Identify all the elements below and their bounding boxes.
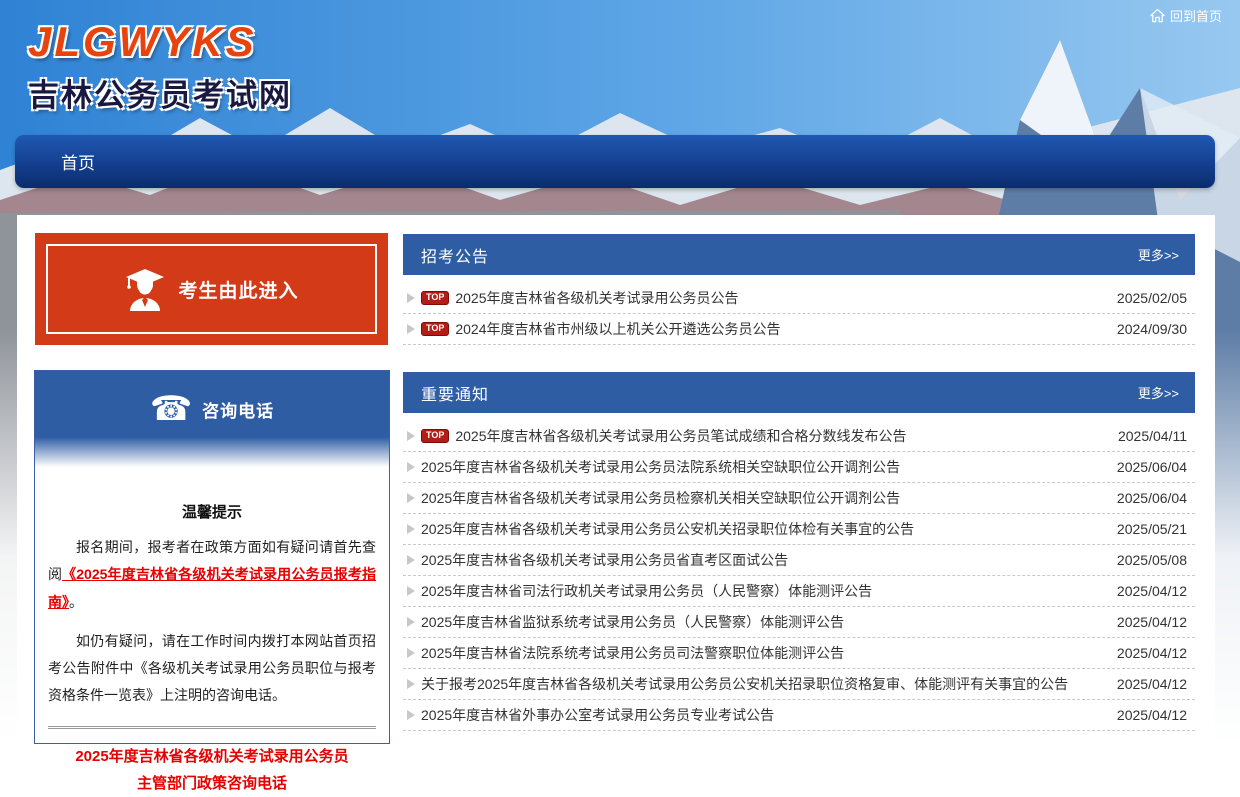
exam-guide-link[interactable]: 《2025年度吉林省各级机关考试录用公务员报考指南》 bbox=[48, 566, 376, 609]
nav-item-home[interactable]: 首页 bbox=[15, 135, 141, 188]
bullet-triangle-icon bbox=[407, 493, 415, 503]
bullet-triangle-icon bbox=[407, 617, 415, 627]
top-badge: TOP bbox=[421, 291, 449, 305]
panel-header: 重要通知 更多>> bbox=[403, 372, 1195, 413]
announcement-date: 2025/02/05 bbox=[1117, 290, 1187, 306]
announcement-link[interactable]: 2025年度吉林省各级机关考试录用公务员笔试成绩和合格分数线发布公告 bbox=[455, 426, 1106, 446]
candidate-entry-label: 考生由此进入 bbox=[178, 276, 298, 303]
announcement-link[interactable]: 2025年度吉林省法院系统考试录用公务员司法警察职位体能测评公告 bbox=[421, 643, 1105, 663]
tips-title: 温馨提示 bbox=[35, 501, 389, 522]
announcement-link[interactable]: 关于报考2025年度吉林省各级机关考试录用公务员公安机关招录职位资格复审、体能测… bbox=[421, 674, 1105, 694]
back-to-home-link[interactable]: 回到首页 bbox=[1150, 6, 1222, 25]
list-item[interactable]: 2025年度吉林省各级机关考试录用公务员法院系统相关空缺职位公开调剂公告 2025… bbox=[403, 452, 1195, 483]
announcement-link[interactable]: 2025年度吉林省各级机关考试录用公务员公告 bbox=[455, 288, 1105, 308]
back-to-home-label: 回到首页 bbox=[1170, 6, 1222, 25]
announcement-date: 2025/04/12 bbox=[1117, 707, 1187, 723]
top-badge: TOP bbox=[421, 322, 449, 336]
list-item[interactable]: 关于报考2025年度吉林省各级机关考试录用公务员公安机关招录职位资格复审、体能测… bbox=[403, 669, 1195, 700]
main-nav: 首页 bbox=[15, 135, 1215, 188]
main-column: 招考公告 更多>> TOP 2025年度吉林省各级机关考试录用公务员公告 2025/… bbox=[403, 234, 1195, 758]
announcement-link[interactable]: 2025年度吉林省各级机关考试录用公务员公安机关招录职位体检有关事宜的公告 bbox=[421, 519, 1105, 539]
hotline-line-2: 主管部门政策咨询电话 bbox=[35, 770, 389, 797]
tips-paragraph-2: 如仍有疑问，请在工作时间内拨打本网站首页招考公告附件中《各级机关考试录用公务员职… bbox=[48, 628, 376, 710]
list-item[interactable]: 2025年度吉林省各级机关考试录用公务员省直考区面试公告 2025/05/08 bbox=[403, 545, 1195, 576]
more-link[interactable]: 更多>> bbox=[1138, 383, 1179, 402]
bullet-triangle-icon bbox=[407, 293, 415, 303]
announcement-list: TOP 2025年度吉林省各级机关考试录用公务员笔试成绩和合格分数线发布公告 202… bbox=[403, 413, 1195, 731]
bullet-triangle-icon bbox=[407, 324, 415, 334]
bullet-triangle-icon bbox=[407, 524, 415, 534]
tips-p1-suffix: 。 bbox=[69, 594, 83, 610]
list-item[interactable]: 2025年度吉林省司法行政机关考试录用公务员（人民警察）体能测评公告 2025/0… bbox=[403, 576, 1195, 607]
consult-box: ☎ 咨询电话 温馨提示 报名期间，报考者在政策方面如有疑问请首先查阅《2025年… bbox=[34, 370, 390, 744]
list-item[interactable]: TOP 2025年度吉林省各级机关考试录用公务员公告 2025/02/05 bbox=[403, 283, 1195, 314]
bullet-triangle-icon bbox=[407, 431, 415, 441]
tips-paragraph-1: 报名期间，报考者在政策方面如有疑问请首先查阅《2025年度吉林省各级机关考试录用… bbox=[48, 534, 376, 616]
phone-icon: ☎ bbox=[150, 392, 192, 426]
more-link[interactable]: 更多>> bbox=[1138, 245, 1179, 264]
announcement-date: 2025/05/08 bbox=[1117, 552, 1187, 568]
panel-title: 招考公告 bbox=[421, 243, 489, 267]
list-item[interactable]: 2025年度吉林省各级机关考试录用公务员公安机关招录职位体检有关事宜的公告 202… bbox=[403, 514, 1195, 545]
bullet-triangle-icon bbox=[407, 648, 415, 658]
list-item[interactable]: 2025年度吉林省外事办公室考试录用公务员专业考试公告 2025/04/12 bbox=[403, 700, 1195, 731]
site-logo: JLGWYKS 吉林公务员考试网 bbox=[28, 18, 292, 115]
list-item[interactable]: 2025年度吉林省法院系统考试录用公务员司法警察职位体能测评公告 2025/04/… bbox=[403, 638, 1195, 669]
announcement-date: 2025/05/21 bbox=[1117, 521, 1187, 537]
announcement-link[interactable]: 2025年度吉林省监狱系统考试录用公务员（人民警察）体能测评公告 bbox=[421, 612, 1105, 632]
bullet-triangle-icon bbox=[407, 555, 415, 565]
announcement-date: 2025/04/12 bbox=[1117, 645, 1187, 661]
consult-header: ☎ 咨询电话 bbox=[35, 371, 389, 467]
announcement-link[interactable]: 2025年度吉林省各级机关考试录用公务员省直考区面试公告 bbox=[421, 550, 1105, 570]
top-badge: TOP bbox=[421, 429, 449, 443]
panel-title: 重要通知 bbox=[421, 381, 489, 405]
tips-divider bbox=[48, 726, 376, 729]
panel-zhongyao-tongzhi: 重要通知 更多>> TOP 2025年度吉林省各级机关考试录用公务员笔试成绩和合格… bbox=[403, 372, 1195, 731]
list-item[interactable]: 2025年度吉林省各级机关考试录用公务员检察机关相关空缺职位公开调剂公告 2025… bbox=[403, 483, 1195, 514]
candidate-entry-button[interactable]: 考生由此进入 bbox=[35, 233, 388, 345]
panel-zhaokao-gonggao: 招考公告 更多>> TOP 2025年度吉林省各级机关考试录用公务员公告 2025/… bbox=[403, 234, 1195, 345]
bullet-triangle-icon bbox=[407, 586, 415, 596]
announcement-date: 2025/04/12 bbox=[1117, 614, 1187, 630]
candidate-entry-inner: 考生由此进入 bbox=[46, 244, 377, 334]
logo-english: JLGWYKS bbox=[28, 18, 292, 66]
bullet-triangle-icon bbox=[407, 462, 415, 472]
announcement-date: 2025/04/12 bbox=[1117, 583, 1187, 599]
panel-header: 招考公告 更多>> bbox=[403, 234, 1195, 275]
list-item[interactable]: 2025年度吉林省监狱系统考试录用公务员（人民警察）体能测评公告 2025/04/… bbox=[403, 607, 1195, 638]
bullet-triangle-icon bbox=[407, 679, 415, 689]
announcement-list: TOP 2025年度吉林省各级机关考试录用公务员公告 2025/02/05 TOP 20… bbox=[403, 275, 1195, 345]
announcement-link[interactable]: 2025年度吉林省各级机关考试录用公务员检察机关相关空缺职位公开调剂公告 bbox=[421, 488, 1105, 508]
announcement-date: 2025/06/04 bbox=[1117, 490, 1187, 506]
announcement-date: 2025/04/11 bbox=[1118, 428, 1187, 444]
bullet-triangle-icon bbox=[407, 710, 415, 720]
home-icon bbox=[1150, 8, 1165, 23]
site-title: 吉林公务员考试网 bbox=[28, 70, 292, 115]
announcement-date: 2025/06/04 bbox=[1117, 459, 1187, 475]
graduate-icon bbox=[124, 267, 166, 311]
consult-title: 咨询电话 bbox=[202, 397, 274, 422]
announcement-date: 2025/04/12 bbox=[1117, 676, 1187, 692]
announcement-date: 2024/09/30 bbox=[1117, 321, 1187, 337]
hotline-line-1: 2025年度吉林省各级机关考试录用公务员 bbox=[35, 743, 389, 770]
announcement-link[interactable]: 2025年度吉林省司法行政机关考试录用公务员（人民警察）体能测评公告 bbox=[421, 581, 1105, 601]
hotline-title: 2025年度吉林省各级机关考试录用公务员 主管部门政策咨询电话 bbox=[35, 743, 389, 797]
list-item[interactable]: TOP 2024年度吉林省市州级以上机关公开遴选公务员公告 2024/09/30 bbox=[403, 314, 1195, 345]
announcement-link[interactable]: 2025年度吉林省外事办公室考试录用公务员专业考试公告 bbox=[421, 705, 1105, 725]
announcement-link[interactable]: 2024年度吉林省市州级以上机关公开遴选公务员公告 bbox=[455, 319, 1105, 339]
announcement-link[interactable]: 2025年度吉林省各级机关考试录用公务员法院系统相关空缺职位公开调剂公告 bbox=[421, 457, 1105, 477]
list-item[interactable]: TOP 2025年度吉林省各级机关考试录用公务员笔试成绩和合格分数线发布公告 202… bbox=[403, 421, 1195, 452]
